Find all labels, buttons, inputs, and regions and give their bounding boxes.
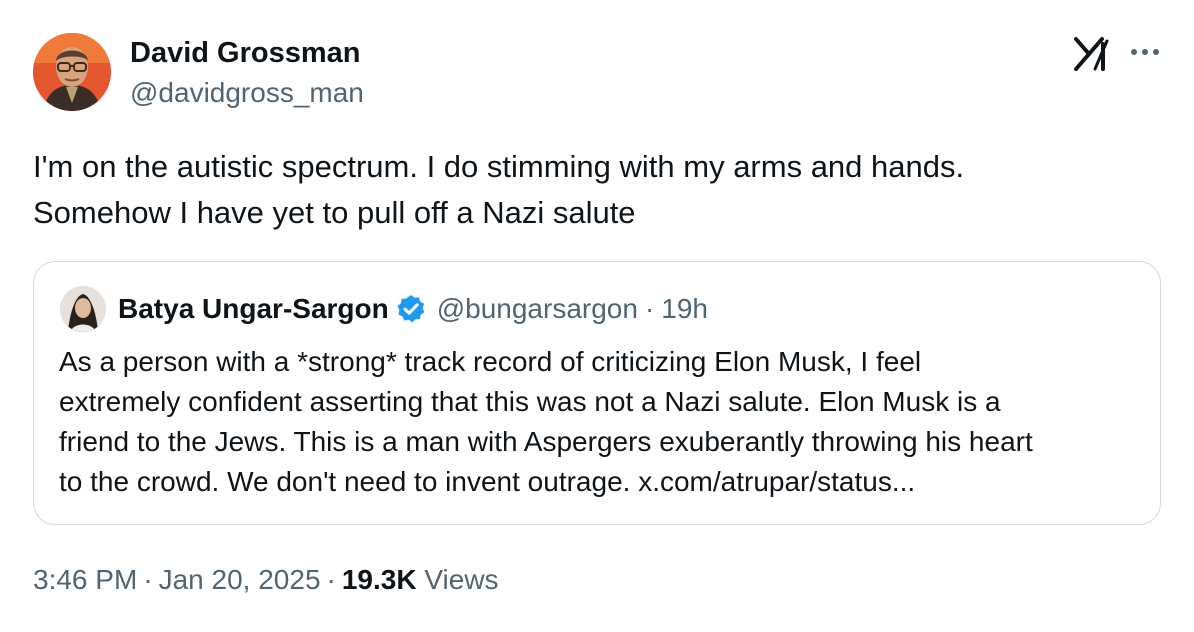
separator-dot: · — [326, 564, 336, 595]
profile-photo — [33, 33, 111, 111]
quoted-display-name[interactable]: Batya Ungar-Sargon — [118, 293, 389, 325]
tweet-text: I'm on the autistic spectrum. I do stimm… — [33, 144, 1153, 236]
tweet-date[interactable]: Jan 20, 2025 — [159, 564, 321, 595]
tweet-card: David Grossman @davidgross_man I'm on th… — [0, 0, 1194, 632]
separator-dot: · — [143, 564, 153, 595]
profile-photo — [60, 286, 106, 332]
quoted-tweet[interactable]: Batya Ungar-Sargon @bungarsargon · 19h A… — [33, 261, 1161, 525]
tweet-meta: 3:46 PM · Jan 20, 2025 · 19.3K Views — [33, 562, 499, 598]
x-logo-icon[interactable] — [1073, 36, 1113, 72]
author-display-name[interactable]: David Grossman — [130, 36, 360, 70]
views-count[interactable]: 19.3K — [342, 564, 417, 595]
quoted-header: Batya Ungar-Sargon @bungarsargon · 19h — [118, 292, 708, 326]
author-handle[interactable]: @davidgross_man — [130, 76, 364, 110]
quoted-text-line: extremely confident asserting that this … — [59, 386, 1001, 417]
quoted-text-line: friend to the Jews. This is a man with A… — [59, 426, 1033, 457]
quoted-text-line: to the crowd. We don't need to invent ou… — [59, 466, 916, 497]
views-label: Views — [424, 564, 499, 595]
verified-badge-icon — [397, 295, 425, 323]
author-avatar[interactable] — [33, 33, 111, 111]
tweet-text-line: I'm on the autistic spectrum. I do stimm… — [33, 149, 965, 184]
quoted-text: As a person with a *strong* track record… — [59, 342, 1149, 502]
separator-dot: · — [644, 293, 655, 324]
tweet-time[interactable]: 3:46 PM — [33, 564, 137, 595]
quoted-text-line: As a person with a *strong* track record… — [59, 346, 922, 377]
quoted-handle[interactable]: @bungarsargon — [437, 293, 638, 325]
quoted-timestamp[interactable]: 19h — [661, 293, 708, 325]
more-horizontal-icon[interactable] — [1127, 40, 1163, 64]
quoted-author-avatar[interactable] — [60, 286, 106, 332]
tweet-text-line: Somehow I have yet to pull off a Nazi sa… — [33, 195, 636, 230]
